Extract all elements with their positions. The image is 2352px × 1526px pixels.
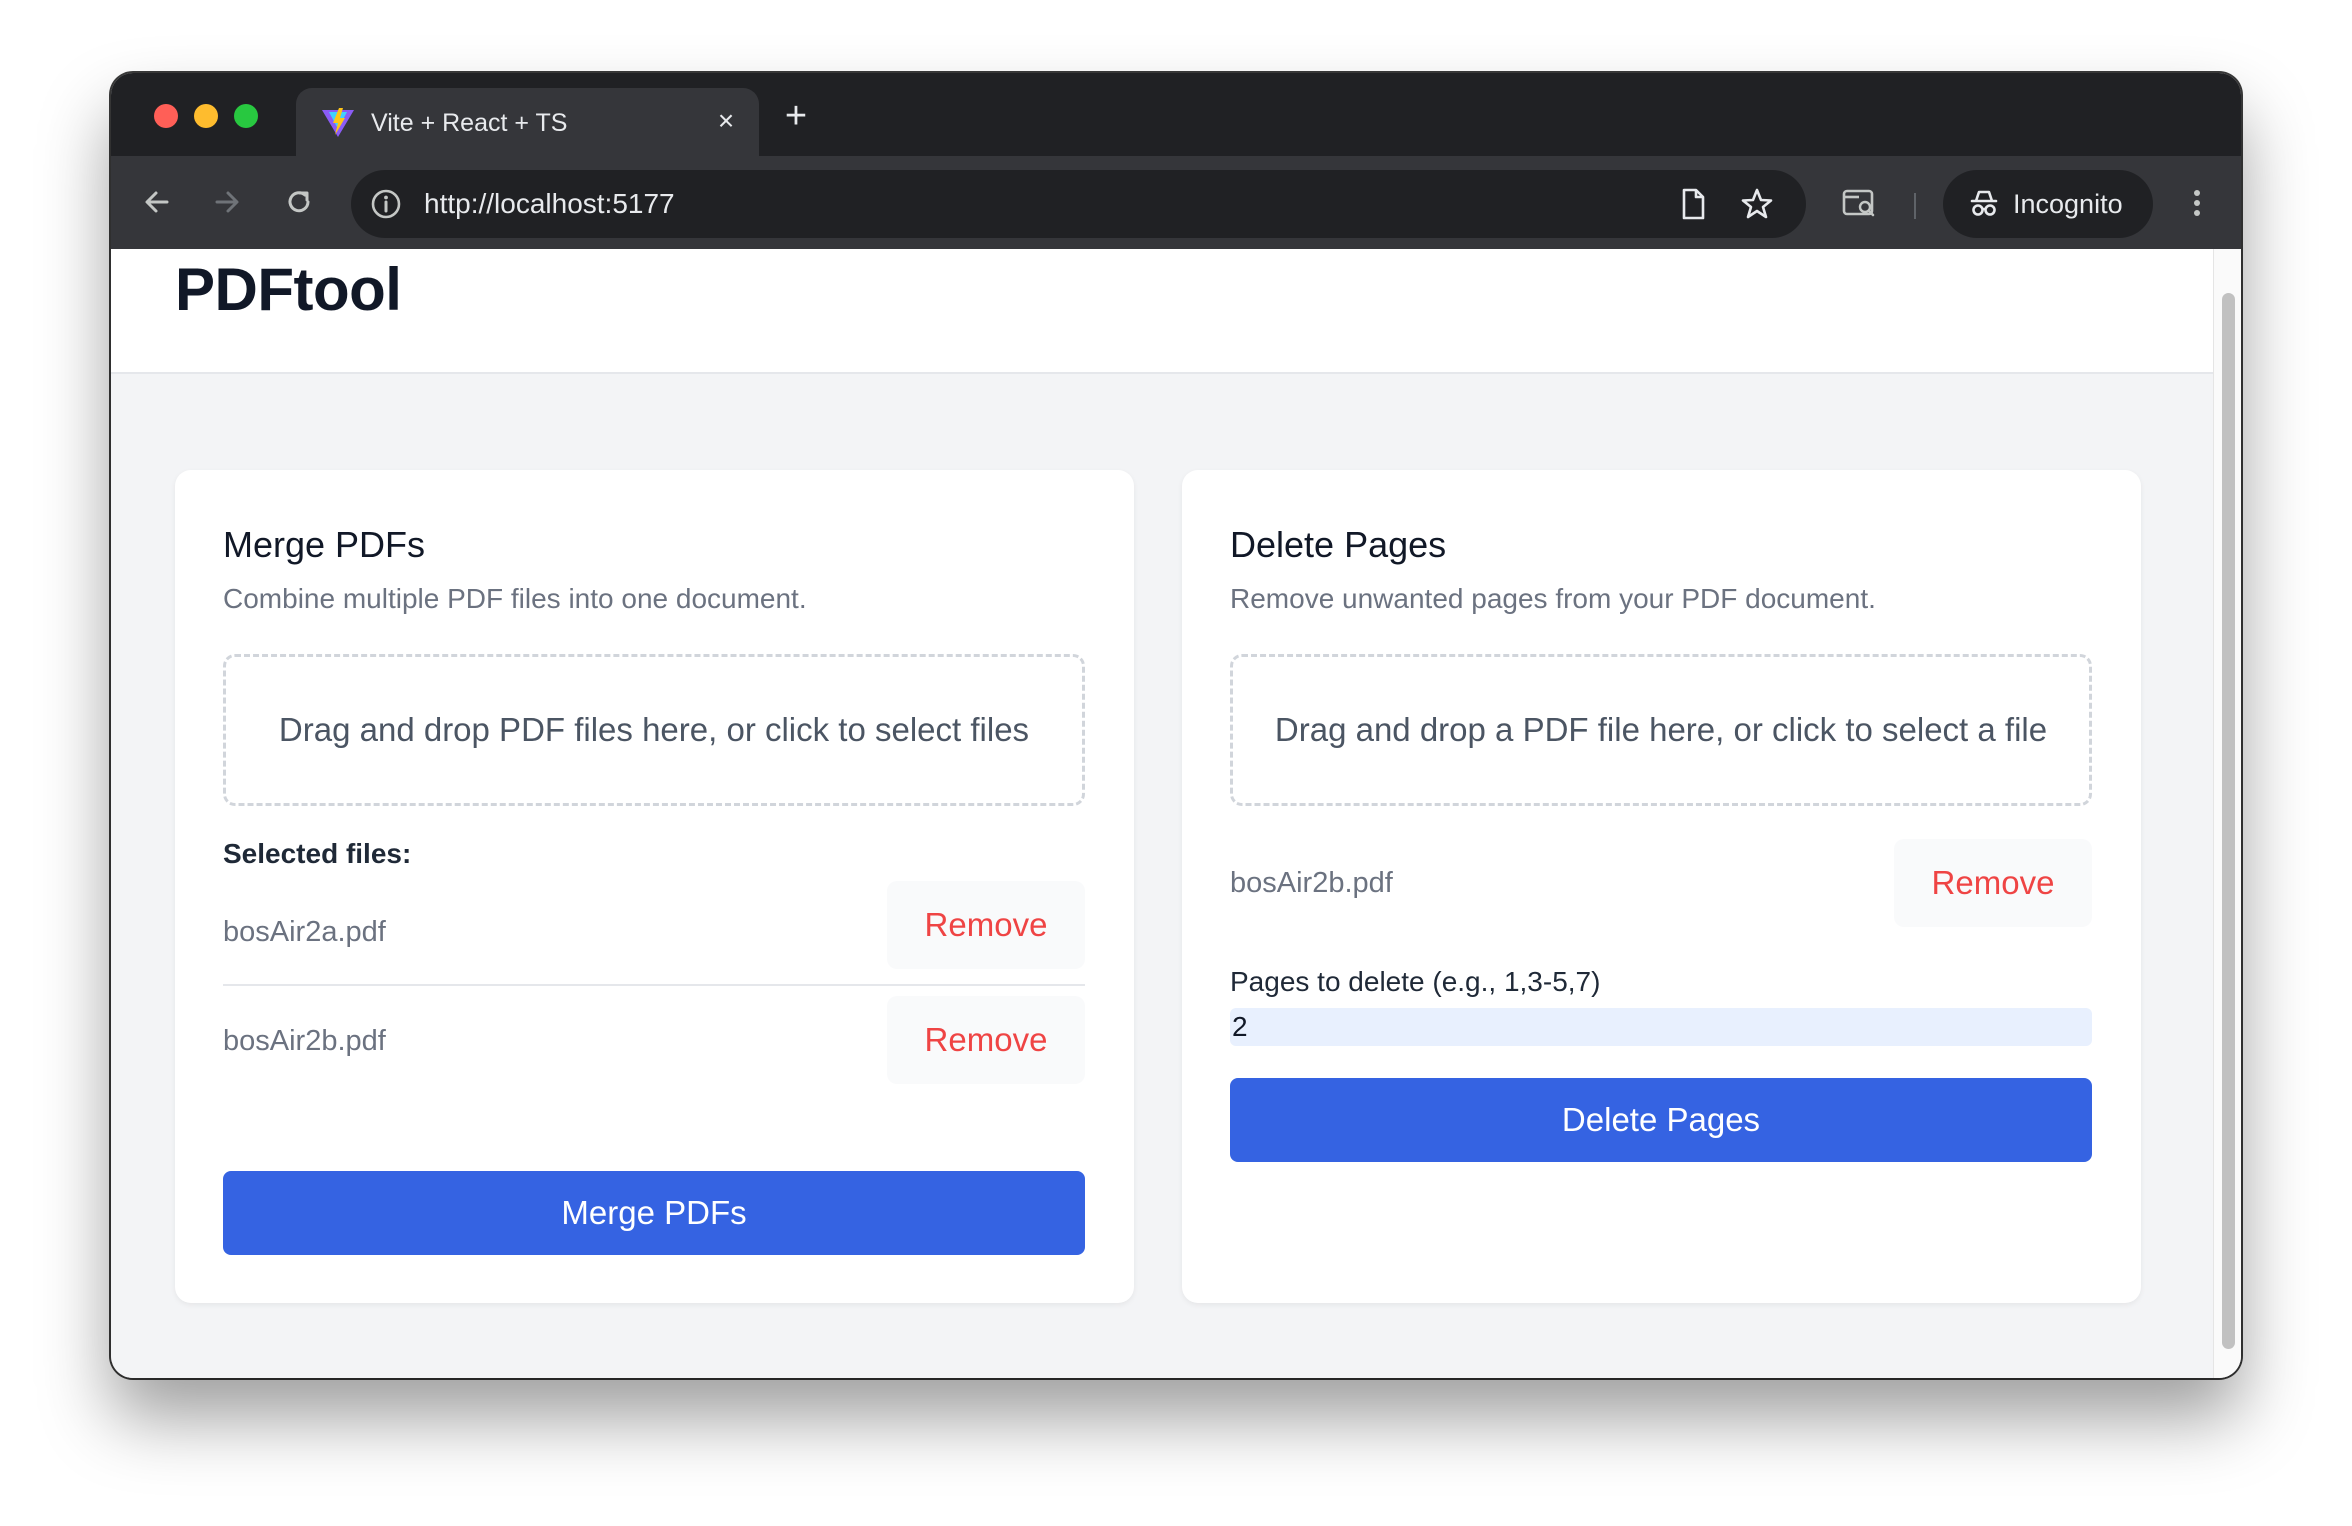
delete-dropzone[interactable]: Drag and drop a PDF file here, or click … (1230, 654, 2092, 806)
more-menu-icon[interactable] (2177, 183, 2217, 223)
file-name: bosAir2b.pdf (223, 1024, 386, 1057)
merge-card-subtitle: Combine multiple PDF files into one docu… (223, 583, 807, 614)
close-window-button[interactable] (154, 104, 178, 128)
toolbar-divider (1914, 193, 1916, 219)
delete-card-title: Delete Pages (1230, 524, 1447, 565)
file-name: bosAir2a.pdf (223, 915, 386, 948)
new-tab-button[interactable]: + (779, 97, 813, 135)
scrollbar-thumb[interactable] (2222, 293, 2235, 1349)
delete-pages-button[interactable]: Delete Pages (1230, 1078, 2092, 1162)
address-bar[interactable]: http://localhost:5177 (351, 170, 1806, 238)
list-item: bosAir2b.pdf Remove (223, 988, 1085, 1094)
incognito-label: Incognito (2013, 189, 2123, 219)
merge-dropzone[interactable]: Drag and drop PDF files here, or click t… (223, 654, 1085, 806)
browser-window: Vite + React + TS × + http://localhost:5… (111, 73, 2241, 1378)
vite-logo-icon (322, 108, 354, 137)
star-icon[interactable] (1739, 186, 1775, 222)
delete-card-subtitle: Remove unwanted pages from your PDF docu… (1230, 583, 1876, 614)
page-icon[interactable] (1675, 186, 1711, 222)
back-icon[interactable] (139, 184, 175, 220)
page-viewport: PDFtool Merge PDFs Combine multiple PDF … (111, 249, 2241, 1378)
tab-strip: Vite + React + TS × + (111, 73, 2241, 156)
incognito-icon (1970, 190, 1998, 216)
info-icon[interactable] (369, 187, 403, 221)
app-header: PDFtool (111, 249, 2213, 374)
url-text[interactable]: http://localhost:5177 (424, 188, 675, 220)
list-item: bosAir2a.pdf Remove (223, 880, 1085, 986)
zoom-window-button[interactable] (234, 104, 258, 128)
file-name: bosAir2b.pdf (1230, 866, 1393, 899)
reload-icon[interactable] (281, 184, 317, 220)
tab-search-icon[interactable] (1841, 185, 1877, 221)
forward-icon[interactable] (209, 184, 245, 220)
merge-pdfs-button[interactable]: Merge PDFs (223, 1171, 1085, 1255)
selected-file-row: bosAir2b.pdf Remove (1230, 837, 2092, 929)
incognito-badge[interactable]: Incognito (1943, 170, 2153, 238)
selected-files-label: Selected files: (223, 838, 412, 869)
tab-active[interactable]: Vite + React + TS × (296, 88, 759, 156)
pages-to-delete-label: Pages to delete (e.g., 1,3-5,7) (1230, 966, 1601, 997)
close-tab-icon[interactable]: × (711, 106, 741, 136)
remove-file-button[interactable]: Remove (887, 881, 1085, 969)
merge-card-title: Merge PDFs (223, 524, 426, 565)
browser-toolbar: http://localhost:5177 Incognito (111, 156, 2241, 249)
delete-pages-card: Delete Pages Remove unwanted pages from … (1182, 470, 2141, 1303)
app-brand: PDFtool (175, 256, 402, 323)
scrollbar[interactable] (2213, 249, 2241, 1378)
remove-file-button[interactable]: Remove (887, 996, 1085, 1084)
remove-file-button[interactable]: Remove (1894, 839, 2092, 927)
tab-title: Vite + React + TS (371, 109, 568, 137)
screenshot-stage: Vite + React + TS × + http://localhost:5… (0, 0, 2352, 1526)
minimize-window-button[interactable] (194, 104, 218, 128)
merge-pdfs-card: Merge PDFs Combine multiple PDF files in… (175, 470, 1134, 1303)
pages-to-delete-input[interactable] (1230, 1008, 2092, 1046)
